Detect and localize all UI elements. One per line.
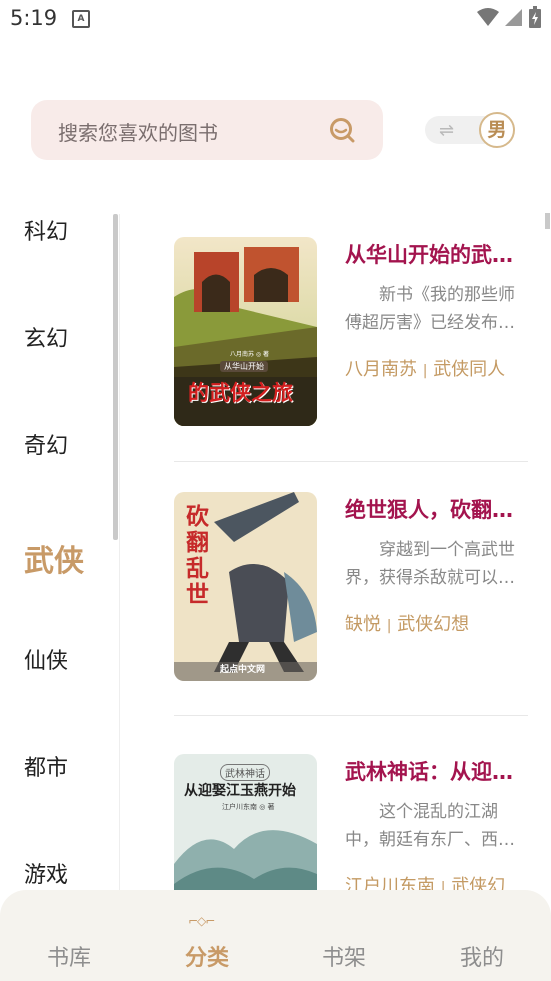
book-cover-subtitle: 从华山开始: [220, 361, 268, 372]
status-bar: 5:19 A: [0, 0, 551, 38]
sidebar-item-fantasy[interactable]: 奇幻: [24, 428, 68, 460]
book-cover[interactable]: 从华山开始 的武侠之旅 八月南苏 ◎ 著: [174, 237, 317, 426]
sidebar-scrollbar[interactable]: [113, 214, 118, 540]
book-meta: 缺悦 | 武侠幻想: [345, 610, 469, 636]
book-meta: 八月南苏 | 武侠同人: [345, 355, 505, 381]
book-author: 缺悦: [345, 614, 381, 635]
book-genre: 武侠同人: [433, 359, 506, 380]
book-title[interactable]: 武林神话：从迎…: [345, 756, 528, 786]
book-cover-subtitle: 武林神话: [220, 764, 270, 781]
book-description: 这个混乱的江湖中，朝廷有东厂、西…: [345, 802, 515, 850]
tab-bookshelf[interactable]: 书架: [304, 940, 384, 972]
book-cover-title: 从迎娶江玉燕开始: [184, 783, 296, 799]
book-cover-author: 江户川东南 ◎ 著: [222, 803, 275, 811]
book-cover[interactable]: 砍翻乱世 起点中文网: [174, 492, 317, 681]
status-icons: [477, 6, 541, 28]
wifi-icon: [477, 8, 499, 26]
category-sidebar: 科幻 玄幻 奇幻 武侠 仙侠 都市 游戏: [0, 200, 120, 914]
list-scrollbar[interactable]: [545, 213, 550, 229]
tab-category[interactable]: 分类: [167, 940, 247, 972]
notification-icon: A: [72, 10, 90, 28]
book-title[interactable]: 从华山开始的武…: [345, 239, 528, 269]
signal-icon: [505, 9, 522, 26]
battery-icon: [529, 6, 541, 28]
bottom-tab-bar: ⌐◇⌐ 书库 分类 书架 我的: [0, 890, 551, 981]
book-item[interactable]: 砍翻乱世 起点中文网 绝世狠人，砍翻… 穿越到一个高武世界，获得杀敌就可以… 缺…: [174, 492, 528, 682]
gender-toggle[interactable]: ⇌ 男: [425, 112, 517, 148]
active-tab-indicator: ⌐◇⌐: [188, 914, 215, 928]
sidebar-item-wuxia[interactable]: 武侠: [24, 536, 84, 580]
search-input[interactable]: 搜索您喜欢的图书: [58, 117, 218, 146]
book-item[interactable]: 从华山开始 的武侠之旅 八月南苏 ◎ 著 从华山开始的武… 新书《我的那些师傅超…: [174, 237, 528, 427]
book-cover-author: 八月南苏 ◎ 著: [230, 351, 270, 358]
sidebar-divider: [119, 214, 120, 914]
swap-icon: ⇌: [439, 120, 455, 141]
book-description: 穿越到一个高武世界，获得杀敌就可以…: [345, 540, 515, 588]
sidebar-item-scifi[interactable]: 科幻: [24, 214, 68, 246]
book-cover-title: 砍翻乱世: [186, 504, 209, 608]
gender-knob[interactable]: 男: [479, 112, 515, 148]
book-title[interactable]: 绝世狠人，砍翻…: [345, 494, 528, 524]
book-description: 新书《我的那些师傅超厉害》已经发布…: [345, 285, 515, 333]
meta-separator: |: [422, 363, 428, 379]
tab-profile[interactable]: 我的: [442, 940, 522, 972]
book-cover-title: 的武侠之旅: [188, 381, 293, 405]
sidebar-item-xianxia[interactable]: 仙侠: [24, 643, 68, 675]
status-time: 5:19: [10, 6, 58, 30]
sidebar-item-game[interactable]: 游戏: [24, 857, 68, 889]
meta-separator: |: [386, 618, 392, 634]
sidebar-item-xuanhuan[interactable]: 玄幻: [24, 321, 68, 353]
sidebar-item-urban[interactable]: 都市: [24, 750, 68, 782]
tab-library[interactable]: 书库: [29, 940, 109, 972]
book-author: 八月南苏: [345, 359, 417, 380]
list-divider: [174, 715, 528, 716]
search-icon[interactable]: [329, 117, 355, 143]
book-genre: 武侠幻想: [397, 614, 470, 635]
list-divider: [174, 461, 528, 462]
search-bar[interactable]: 搜索您喜欢的图书: [31, 100, 383, 160]
book-cover-subtitle: 起点中文网: [220, 665, 266, 675]
